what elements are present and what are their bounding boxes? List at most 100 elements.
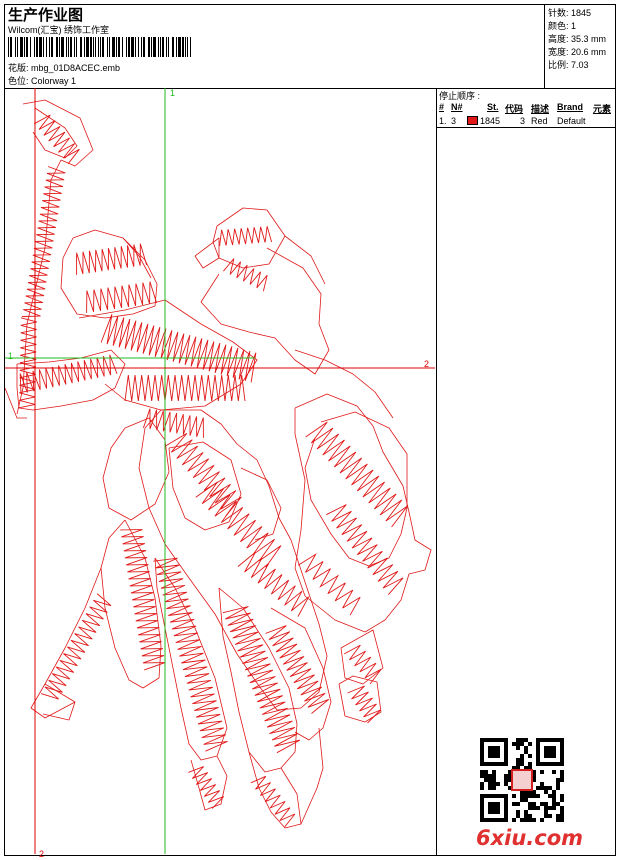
qr-module xyxy=(528,814,532,818)
qr-finder-module xyxy=(492,746,496,750)
embroidery-design-preview[interactable] xyxy=(5,88,435,854)
qr-module xyxy=(560,798,564,802)
qr-module xyxy=(480,786,484,790)
thread-color-swatch xyxy=(467,116,478,125)
qr-module xyxy=(516,762,520,766)
stitch-run xyxy=(326,504,404,595)
qr-finder-module xyxy=(548,762,552,766)
column-header-code: 代码 xyxy=(505,104,524,114)
qr-module xyxy=(548,814,552,818)
barcode-bar xyxy=(153,37,156,57)
qr-finder-module xyxy=(496,750,500,754)
qr-module xyxy=(484,774,488,778)
company-name: Wilcom(汇宝) 绣饰工作室 xyxy=(8,25,109,35)
barcode-bar xyxy=(109,37,110,57)
barcode-bar xyxy=(36,37,38,57)
qr-module xyxy=(560,814,564,818)
qr-finder-module xyxy=(480,818,484,822)
qr-module xyxy=(520,738,524,742)
qr-finder-module xyxy=(552,746,556,750)
qr-finder-module xyxy=(496,754,500,758)
qr-module xyxy=(488,774,492,778)
barcode-bar xyxy=(107,37,108,57)
qr-module xyxy=(528,818,532,822)
stitch-run xyxy=(76,243,148,275)
qr-code xyxy=(480,738,564,822)
barcode-bar xyxy=(176,37,177,57)
qr-module xyxy=(560,806,564,810)
stitch-run xyxy=(250,775,296,828)
qr-finder-module xyxy=(556,738,560,742)
panel-divider xyxy=(436,88,437,856)
qr-finder-module xyxy=(488,750,492,754)
red-axis-right-label: 2 xyxy=(424,359,430,369)
qr-finder-module xyxy=(480,762,484,766)
stitch-run xyxy=(188,766,225,809)
qr-finder-module xyxy=(536,750,540,754)
qr-module xyxy=(520,758,524,762)
barcode-bar xyxy=(39,37,42,57)
qr-finder-module xyxy=(504,746,508,750)
qr-module xyxy=(560,774,564,778)
stat-width: 宽度: 20.6 mm xyxy=(548,47,607,57)
qr-finder-module xyxy=(552,762,556,766)
qr-module xyxy=(552,798,556,802)
qr-finder-module xyxy=(488,762,492,766)
qr-module xyxy=(544,802,548,806)
qr-finder-module xyxy=(496,806,500,810)
table-bottom-line xyxy=(436,127,616,128)
qr-finder-module xyxy=(504,758,508,762)
qr-finder-module xyxy=(492,806,496,810)
barcode-bar xyxy=(59,37,60,57)
qr-module xyxy=(492,770,496,774)
barcode-bar xyxy=(190,37,191,57)
qr-module xyxy=(516,814,520,818)
qr-module xyxy=(528,762,532,766)
barcode-bar xyxy=(10,37,12,57)
colorway-name: 色位: Colorway 1 xyxy=(8,76,77,86)
qr-module xyxy=(516,742,520,746)
qr-finder-module xyxy=(504,810,508,814)
column-header-index: # xyxy=(439,102,445,112)
green-axis-top-label: 1 xyxy=(170,88,176,98)
qr-finder-module xyxy=(480,806,484,810)
qr-finder-module xyxy=(544,750,548,754)
qr-module xyxy=(524,750,528,754)
qr-module xyxy=(524,794,528,798)
qr-module xyxy=(516,746,520,750)
stat-scale: 比例: 7.03 xyxy=(548,60,589,70)
qr-module xyxy=(520,742,524,746)
row-description: Red xyxy=(531,116,548,126)
qr-finder-module xyxy=(484,818,488,822)
qr-module xyxy=(512,818,516,822)
barcode-bar xyxy=(43,37,44,57)
qr-finder-module xyxy=(500,738,504,742)
qr-module xyxy=(552,790,556,794)
qr-module xyxy=(532,794,536,798)
qr-module xyxy=(528,802,532,806)
barcode-bar xyxy=(151,37,152,57)
qr-finder-module xyxy=(480,750,484,754)
qr-finder-module xyxy=(560,746,564,750)
barcode-bar xyxy=(126,37,127,57)
qr-module xyxy=(492,778,496,782)
qr-module xyxy=(504,782,508,786)
barcode-bar xyxy=(182,37,184,57)
qr-finder-module xyxy=(536,742,540,746)
qr-module xyxy=(532,818,536,822)
qr-finder-module xyxy=(560,750,564,754)
qr-module xyxy=(544,790,548,794)
qr-module xyxy=(516,802,520,806)
qr-module xyxy=(480,774,484,778)
qr-finder-module xyxy=(488,754,492,758)
column-header-needle: N# xyxy=(451,102,463,112)
stop-sequence-title: 停止顺序 : xyxy=(439,91,481,101)
qr-finder-module xyxy=(480,810,484,814)
qr-module xyxy=(556,818,560,822)
qr-finder-module xyxy=(492,754,496,758)
row-brand: Default xyxy=(557,116,586,126)
qr-module xyxy=(552,770,556,774)
qr-finder-module xyxy=(504,806,508,810)
green-axis-left-label: 1 xyxy=(8,351,14,361)
qr-module xyxy=(512,802,516,806)
